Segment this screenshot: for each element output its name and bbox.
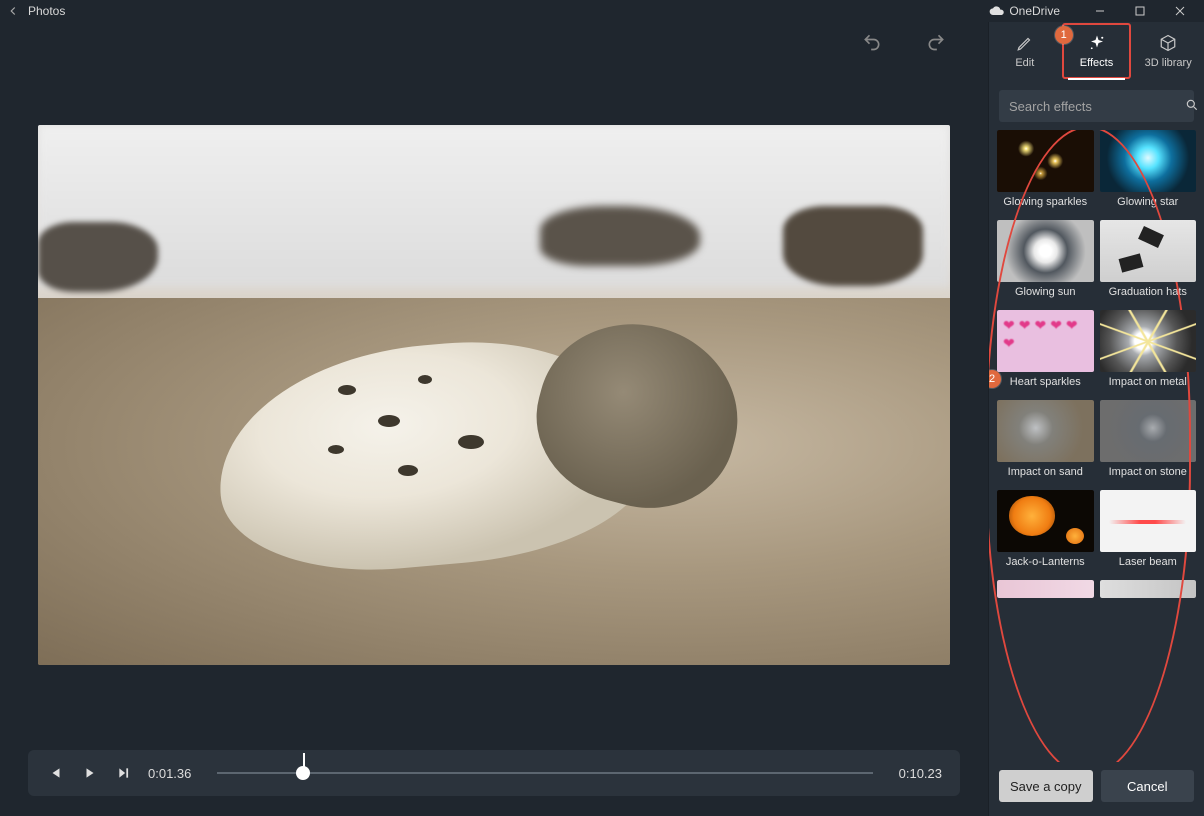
preview-column: 0:01.36 0:10.23 <box>0 22 988 816</box>
effect-label: Glowing sun <box>997 282 1094 304</box>
preview-toolbar <box>0 22 988 62</box>
effect-thumb <box>997 220 1094 282</box>
effect-thumb <box>997 490 1094 552</box>
effect-impact-on-metal[interactable]: Impact on metal <box>1100 310 1197 394</box>
effect-thumb <box>1100 400 1197 462</box>
tab-effects[interactable]: Effects 1 <box>1061 22 1133 80</box>
timeline-track[interactable] <box>217 771 872 775</box>
current-time: 0:01.36 <box>148 766 191 781</box>
effect-thumb <box>1100 310 1197 372</box>
effect-impact-on-sand[interactable]: Impact on sand <box>997 400 1094 484</box>
app-title: Photos <box>28 4 65 18</box>
cube-icon <box>1158 33 1178 53</box>
tab-edit-label: Edit <box>1015 57 1034 69</box>
playback-bar: 0:01.36 0:10.23 <box>28 750 960 796</box>
effect-label: Impact on sand <box>997 462 1094 484</box>
main-area: 0:01.36 0:10.23 Edit Effects 1 <box>0 22 1204 816</box>
effects-search-input[interactable] <box>1009 99 1185 114</box>
tab-edit[interactable]: Edit <box>989 22 1061 80</box>
effect-label: Laser beam <box>1100 552 1197 574</box>
effect-glowing-sun[interactable]: Glowing sun <box>997 220 1094 304</box>
prev-frame-button[interactable] <box>46 763 66 783</box>
effect-thumb <box>997 400 1094 462</box>
total-time: 0:10.23 <box>899 766 942 781</box>
effect-label: Impact on stone <box>1100 462 1197 484</box>
effect-thumb <box>1100 130 1197 192</box>
effect-label: Glowing sparkles <box>997 192 1094 214</box>
effect-thumb <box>1100 220 1197 282</box>
cancel-button[interactable]: Cancel <box>1101 770 1195 802</box>
undo-button[interactable] <box>860 30 884 54</box>
effect-glowing-sparkles[interactable]: Glowing sparkles <box>997 130 1094 214</box>
effect-next-2[interactable] <box>1100 580 1197 598</box>
effects-panel: Edit Effects 1 3D library <box>988 22 1204 816</box>
window-close[interactable] <box>1160 0 1200 22</box>
effect-thumb <box>997 310 1094 372</box>
effect-label: Impact on metal <box>1100 372 1197 394</box>
search-icon <box>1185 98 1199 115</box>
effect-thumb <box>997 580 1094 598</box>
effect-thumb <box>997 130 1094 192</box>
tab-effects-label: Effects <box>1080 57 1113 69</box>
play-button[interactable] <box>80 763 100 783</box>
effect-label: Jack-o-Lanterns <box>997 552 1094 574</box>
window-minimize[interactable] <box>1080 0 1120 22</box>
timeline-playhead[interactable] <box>296 766 310 780</box>
annotation-callout-1: 1 <box>1055 26 1073 44</box>
video-preview[interactable] <box>38 125 950 665</box>
tab-3d-library[interactable]: 3D library <box>1132 22 1204 80</box>
effect-graduation-hats[interactable]: Graduation hats <box>1100 220 1197 304</box>
effects-list[interactable]: 2 Glowing sparkles Glowing star Glowing … <box>989 130 1204 762</box>
effect-glowing-star[interactable]: Glowing star <box>1100 130 1197 214</box>
onedrive-status[interactable]: OneDrive <box>989 4 1060 18</box>
effect-heart-sparkles[interactable]: Heart sparkles <box>997 310 1094 394</box>
panel-footer: Save a copy Cancel <box>989 762 1204 816</box>
redo-button[interactable] <box>924 30 948 54</box>
panel-tabs: Edit Effects 1 3D library <box>989 22 1204 80</box>
effect-jack-o-lanterns[interactable]: Jack-o-Lanterns <box>997 490 1094 574</box>
window-maximize[interactable] <box>1120 0 1160 22</box>
effect-label: Glowing star <box>1100 192 1197 214</box>
effect-label: Graduation hats <box>1100 282 1197 304</box>
effects-search[interactable] <box>999 90 1194 122</box>
effect-next-1[interactable] <box>997 580 1094 598</box>
save-copy-button[interactable]: Save a copy <box>999 770 1093 802</box>
effect-laser-beam[interactable]: Laser beam <box>1100 490 1197 574</box>
pencil-icon <box>1015 33 1035 53</box>
next-frame-button[interactable] <box>114 763 134 783</box>
sparkle-icon <box>1087 33 1107 53</box>
effect-label: Heart sparkles <box>997 372 1094 394</box>
title-bar: Photos OneDrive <box>0 0 1204 22</box>
effect-thumb <box>1100 490 1197 552</box>
back-button[interactable] <box>4 2 22 20</box>
tab-library-label: 3D library <box>1145 57 1192 69</box>
effect-impact-on-stone[interactable]: Impact on stone <box>1100 400 1197 484</box>
onedrive-label: OneDrive <box>1009 4 1060 18</box>
effect-thumb <box>1100 580 1197 598</box>
